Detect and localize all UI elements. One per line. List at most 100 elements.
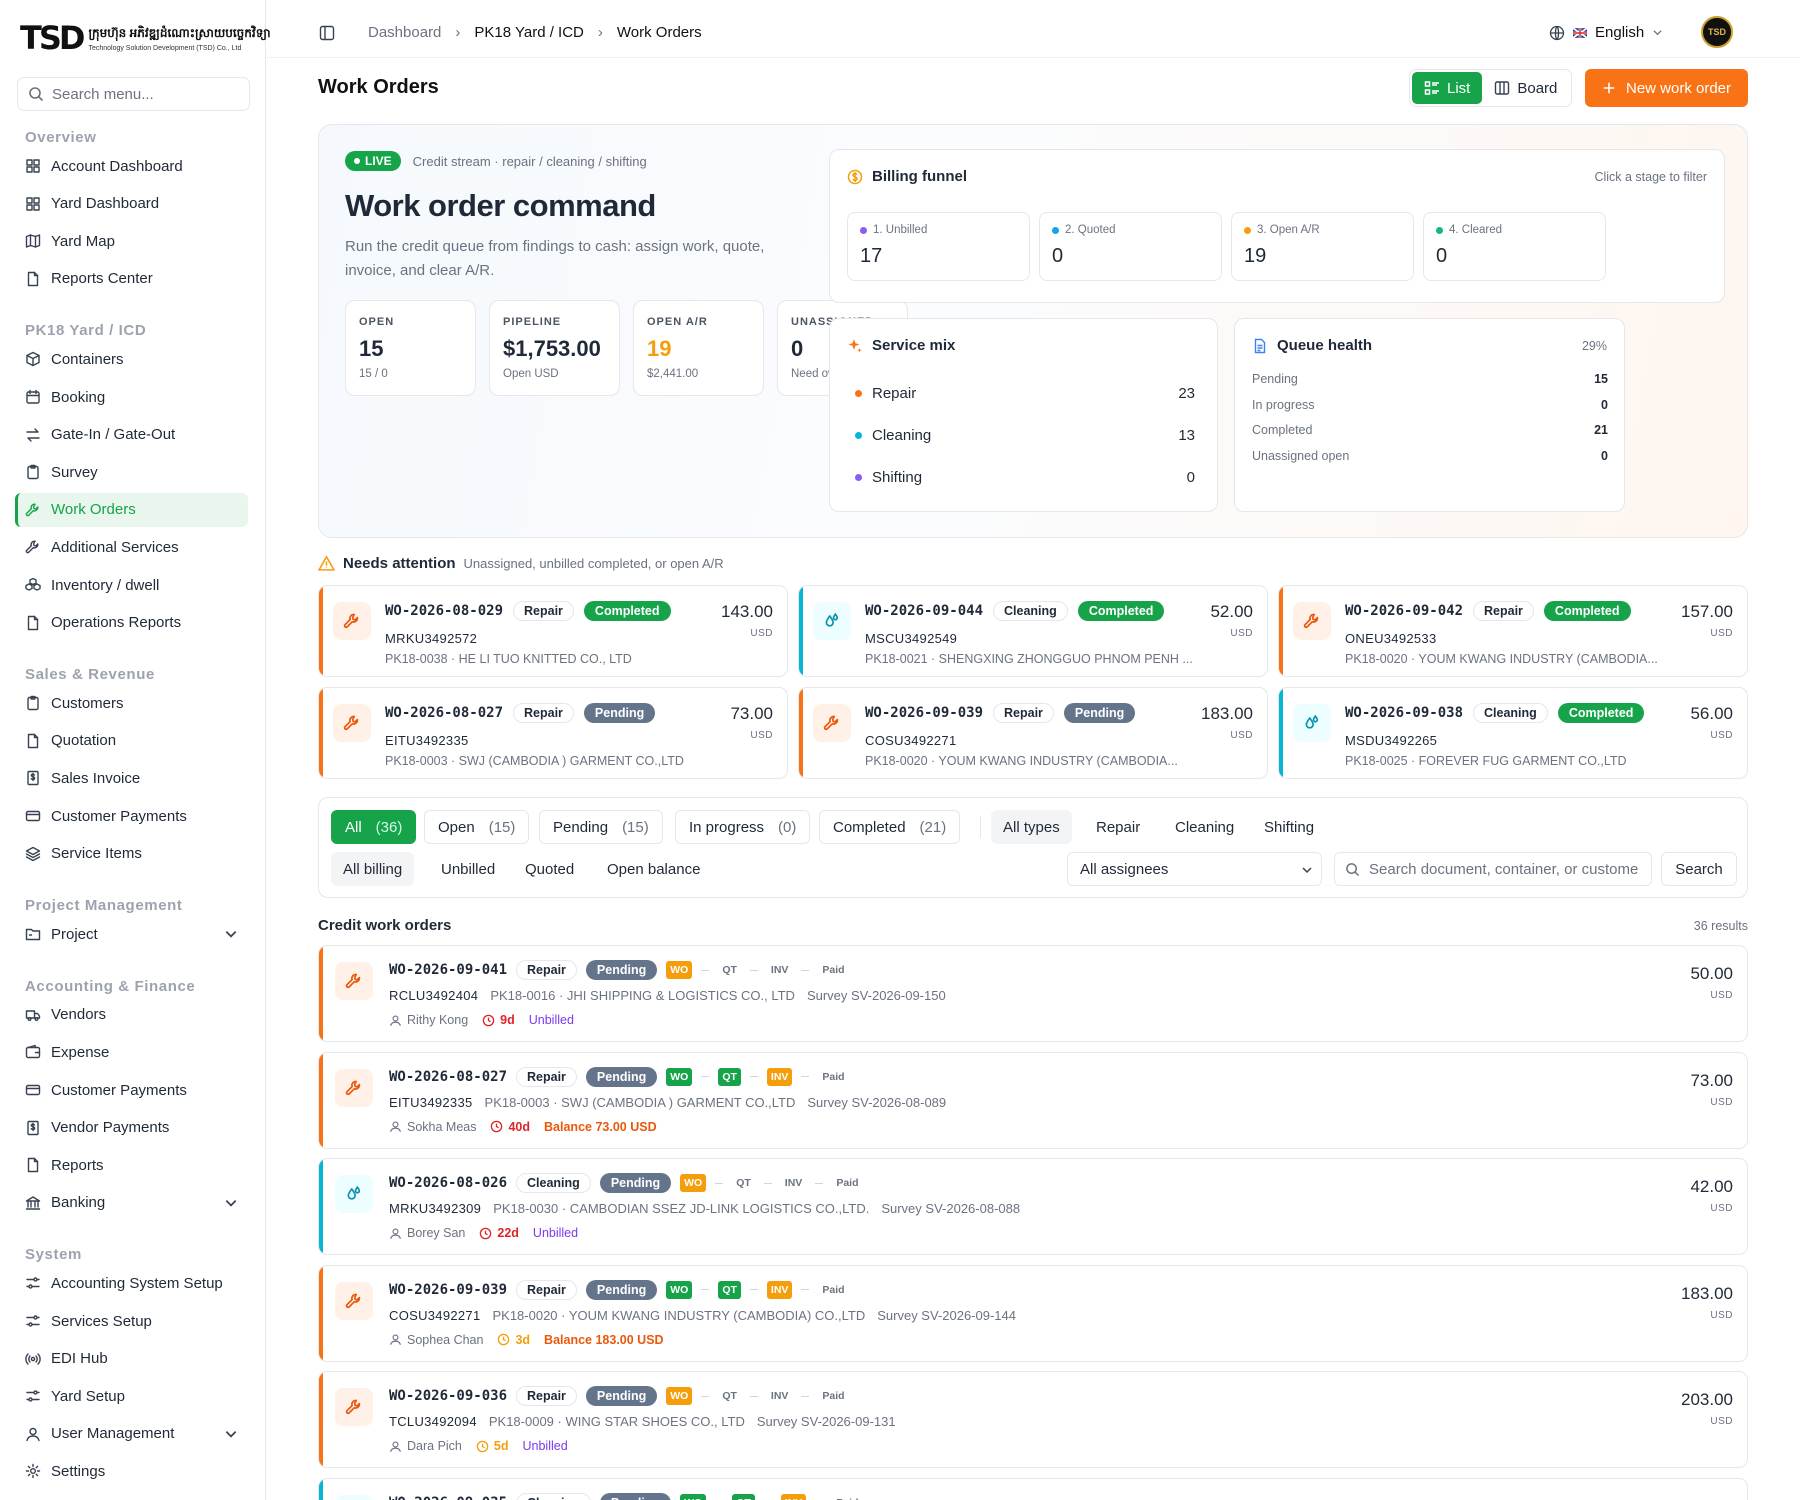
sidebar-item-sales-invoice[interactable]: Sales Invoice [15,761,248,795]
sidebar-item-booking[interactable]: Booking [15,380,248,414]
billing-filter-all-billing[interactable]: All billing [331,852,415,886]
sidebar-item-services-setup[interactable]: Services Setup [15,1304,248,1338]
sidebar-item-quotation[interactable]: Quotation [15,724,248,758]
assignee-select[interactable]: All assignees [1067,852,1322,886]
survey-reference[interactable]: Survey SV-2026-09-150 [807,988,946,1003]
sidebar-item-yard-setup[interactable]: Yard Setup [15,1379,248,1413]
attention-card[interactable]: WO-2026-08-029 Repair Completed MRKU3492572… [318,585,788,677]
status-filter-all[interactable]: All (36) [331,810,417,844]
type-filter-cleaning[interactable]: Cleaning [1163,810,1246,844]
sidebar-item-banking[interactable]: Banking [15,1186,248,1220]
work-order-row[interactable]: WO-2026-08-026 Cleaning Pending WO QT INV Paid… [318,1158,1748,1255]
work-order-number[interactable]: WO-2026-09-038 [1345,705,1463,721]
language-selector[interactable]: English [1549,24,1663,41]
work-order-row[interactable]: WO-2026-08-027 Repair Pending WO QT INV Paid EI… [318,1051,1748,1149]
work-order-number[interactable]: WO-2026-09-039 [865,705,983,721]
type-filter-all-types[interactable]: All types [991,810,1072,844]
work-order-number[interactable]: WO-2026-09-039 [389,1282,507,1298]
work-order-number[interactable]: WO-2026-08-026 [389,1175,507,1191]
sidebar-item-customer-payments[interactable]: Customer Payments [15,799,248,833]
work-order-row[interactable]: WO-2026-09-036 Repair Pending WO QT INV Paid TC… [318,1371,1748,1468]
file-icon [27,1157,39,1173]
funnel-stage-4-cleared[interactable]: 4. Cleared 0 [1423,212,1606,281]
sidebar-item-user-management[interactable]: User Management [15,1417,248,1451]
billing-step-qt: QT [718,1280,741,1299]
sidebar-item-survey[interactable]: Survey [15,455,248,489]
work-order-number[interactable]: WO-2026-09-042 [1345,603,1463,619]
work-order-number[interactable]: WO-2026-09-036 [389,1388,507,1404]
work-order-number[interactable]: WO-2026-08-027 [385,705,503,721]
type-filter-repair[interactable]: Repair [1084,810,1152,844]
work-order-row[interactable]: WO-2026-09-041 Repair Pending WO QT INV Paid RC… [318,945,1748,1042]
board-view-button[interactable]: Board [1482,72,1569,104]
survey-reference[interactable]: Survey SV-2026-08-089 [807,1095,946,1110]
sidebar-item-service-items[interactable]: Service Items [15,837,248,871]
work-order-number[interactable]: WO-2026-09-044 [865,603,983,619]
sidebar-item-reports-center[interactable]: Reports Center [15,262,248,296]
work-order-row[interactable]: WO-2026-09-039 Repair Pending WO QT INV Paid CO… [318,1264,1748,1362]
sidebar-section-project-management: Project Management [25,897,183,915]
company-logo[interactable]: TSD ក្រុមហ៊ុន អភិវឌ្ឍដំណោះស្រាយបច្ចេកវិទ… [20,22,271,54]
work-type-badge [333,704,371,742]
sidebar-item-additional-services[interactable]: Additional Services [15,530,248,564]
new-work-order-button[interactable]: New work order [1585,69,1748,107]
sidebar-item-vendors[interactable]: Vendors [15,998,248,1032]
sidebar-item-yard-map[interactable]: Yard Map [15,224,248,258]
sidebar-item-customers[interactable]: Customers [15,686,248,720]
survey-reference[interactable]: Survey SV-2026-09-131 [757,1414,896,1429]
status-filter-pending[interactable]: Pending (15) [539,810,663,844]
status-filter-open[interactable]: Open (15) [424,810,530,844]
sidebar-item-vendor-payments[interactable]: Vendor Payments [15,1111,248,1145]
funnel-stage-3-open-a-r[interactable]: 3. Open A/R 19 [1231,212,1414,281]
attention-card[interactable]: WO-2026-09-038 Cleaning Completed MSDU34922… [1278,687,1748,779]
breadcrumb-dashboard[interactable]: Dashboard [368,24,441,41]
status-filter-in-progress[interactable]: In progress (0) [675,810,811,844]
search-button[interactable]: Search [1661,852,1737,886]
queue-health-label: Pending [1252,372,1298,386]
work-order-search-input[interactable] [1369,860,1639,878]
sidebar-item-work-orders[interactable]: Work Orders [15,492,248,527]
sidebar-item-yard-dashboard[interactable]: Yard Dashboard [15,187,248,221]
work-order-number[interactable]: WO-2026-08-029 [385,603,503,619]
type-filter-shifting[interactable]: Shifting [1252,810,1326,844]
attention-card[interactable]: WO-2026-08-027 Repair Pending EITU3492335 PK… [318,687,788,779]
survey-reference[interactable]: Survey SV-2026-08-088 [881,1201,1020,1216]
sidebar-item-accounting-system-setup[interactable]: Accounting System Setup [15,1266,248,1300]
sidebar-item-account-dashboard[interactable]: Account Dashboard [15,149,248,183]
sidebar-item-settings[interactable]: Settings [15,1454,248,1488]
sidebar-item-edi-hub[interactable]: EDI Hub [15,1342,248,1376]
status-badge: Completed [1077,601,1165,621]
attention-card[interactable]: WO-2026-09-039 Repair Pending COSU3492271 PK… [798,687,1268,779]
queue-health-row-completed: Completed 21 [1252,423,1608,437]
breadcrumb-yard[interactable]: PK18 Yard / ICD [474,24,584,41]
sidebar-item-containers[interactable]: Containers [15,342,248,376]
billing-filter-quoted[interactable]: Quoted [513,852,586,886]
status-filter-label: In progress [689,818,765,836]
sidebar-toggle-icon[interactable] [319,25,335,41]
list-view-button[interactable]: List [1412,72,1483,104]
status-filter-completed[interactable]: Completed (21) [819,810,961,844]
work-order-number[interactable]: WO-2026-08-027 [389,1069,507,1085]
sidebar-item-operations-reports[interactable]: Operations Reports [15,606,248,640]
sidebar-item-expense[interactable]: Expense [15,1035,248,1069]
survey-reference[interactable]: Survey SV-2026-09-144 [877,1308,1016,1323]
work-order-number[interactable]: WO-2026-09-041 [389,962,507,978]
sidebar-item-customer-payments[interactable]: Customer Payments [15,1073,248,1107]
funnel-stage-2-quoted[interactable]: 2. Quoted 0 [1039,212,1222,281]
work-order-number[interactable]: WO-2026-09-035 [389,1495,507,1500]
sidebar-item-gate-in-gate-out[interactable]: Gate-In / Gate-Out [15,418,248,452]
sidebar-item-inventory-dwell[interactable]: Inventory / dwell [15,568,248,602]
attention-card[interactable]: WO-2026-09-042 Repair Completed ONEU3492533… [1278,585,1748,677]
billing-filter-open-balance[interactable]: Open balance [595,852,712,886]
funnel-stage-1-unbilled[interactable]: 1. Unbilled 17 [847,212,1030,281]
status-badge: Pending [583,703,656,723]
avatar[interactable]: TSD [1701,16,1733,48]
menu-search-input[interactable]: Search menu... [17,77,250,111]
work-order-row[interactable]: WO-2026-09-035 Cleaning Pending WO QT INV Paid… [318,1477,1748,1500]
sidebar-item-project[interactable]: Project [15,917,248,951]
attention-card[interactable]: WO-2026-09-044 Cleaning Completed MSCU34925… [798,585,1268,677]
billing-filter-unbilled[interactable]: Unbilled [429,852,507,886]
sidebar-item-reports[interactable]: Reports [15,1148,248,1182]
wrench-icon [345,1399,361,1415]
sidebar-item-label: Survey [51,463,98,481]
